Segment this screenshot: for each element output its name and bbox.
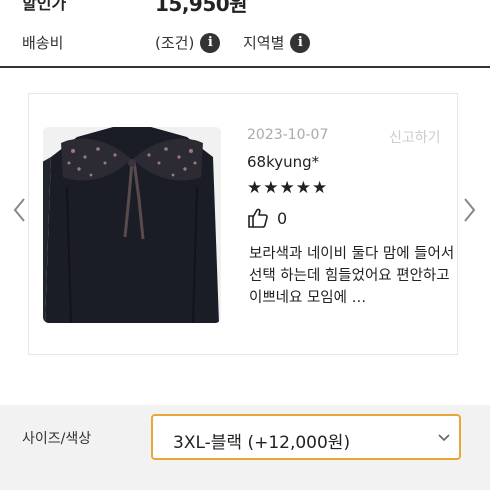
review-text: 보라색과 네이비 둘다 맘에 들어서 선택 하는데 힘들었어요 편안하고 이쁘네… xyxy=(249,246,455,306)
like-button[interactable]: 0 xyxy=(247,207,287,229)
rating-stars: ★★★★★ xyxy=(247,178,329,198)
section-divider xyxy=(0,66,490,68)
chevron-right-icon[interactable] xyxy=(459,195,479,225)
option-select[interactable]: 3XL-블랙 (+12,000원) xyxy=(151,414,461,460)
shipping-condition-label: (조건) xyxy=(155,34,195,52)
chevron-down-icon xyxy=(438,434,450,442)
chevron-left-icon[interactable] xyxy=(10,195,30,225)
price-row: 할인가 15,950원 xyxy=(0,0,490,16)
shipping-region-label: 지역별 xyxy=(243,34,285,52)
report-link[interactable]: 신고하기 xyxy=(389,127,441,147)
reviewer-name: 68kyung* xyxy=(247,153,320,171)
info-icon[interactable]: i xyxy=(200,32,221,53)
price-label: 할인가 xyxy=(22,0,67,13)
like-count: 0 xyxy=(277,208,288,228)
review-date: 2023-10-07 xyxy=(247,127,329,143)
shipping-condition[interactable]: (조건) i xyxy=(155,32,221,53)
shipping-region[interactable]: 지역별 i xyxy=(243,32,311,53)
price-value: 15,950원 xyxy=(155,0,248,16)
shipping-row: 배송비 (조건) i 지역별 i xyxy=(0,28,490,56)
thumbs-up-icon[interactable] xyxy=(247,207,269,229)
option-bar: 사이즈/색상 3XL-블랙 (+12,000원) xyxy=(0,405,490,490)
info-icon[interactable]: i xyxy=(290,32,311,53)
review-photo[interactable] xyxy=(43,127,221,323)
shipping-label: 배송비 xyxy=(22,34,64,52)
option-selected-value: 3XL-블랙 (+12,000원) xyxy=(173,433,351,453)
option-label: 사이즈/색상 xyxy=(22,431,92,447)
